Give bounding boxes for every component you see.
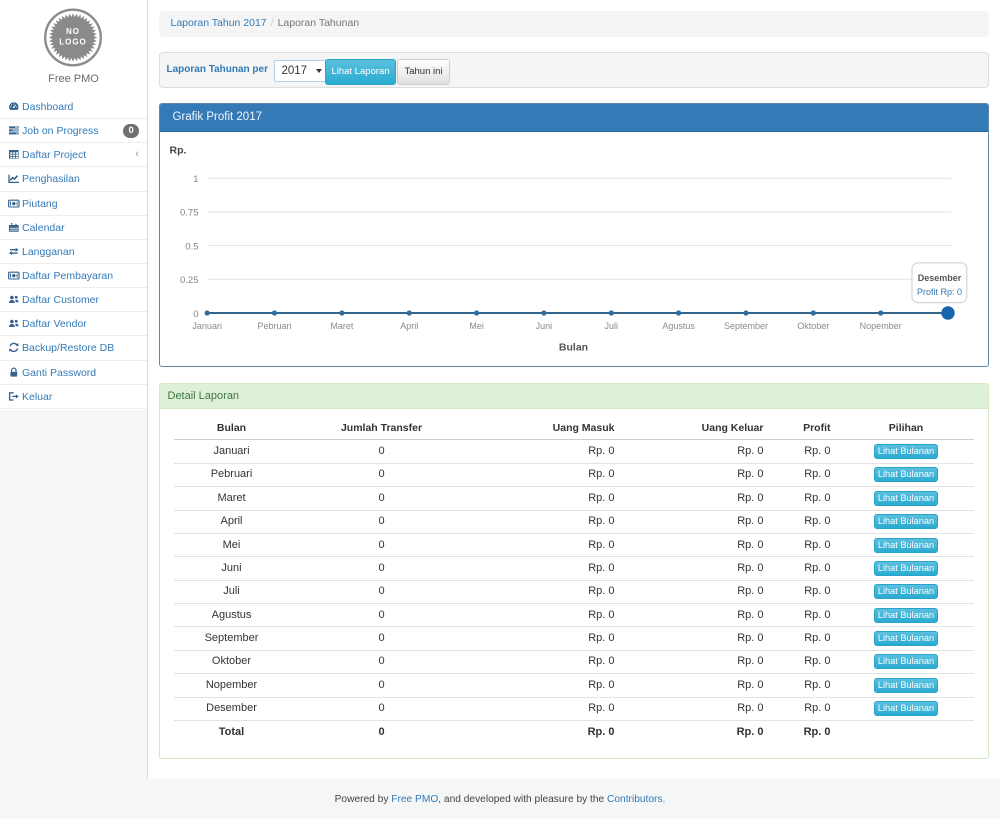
svg-text:Agustus: Agustus: [662, 321, 695, 331]
svg-text:September: September: [723, 321, 767, 331]
svg-text:Pebruari: Pebruari: [257, 321, 291, 331]
svg-text:April: April: [400, 321, 418, 331]
svg-text:Nopember: Nopember: [859, 321, 901, 331]
svg-text:Juni: Juni: [535, 321, 552, 331]
svg-text:NO: NO: [66, 27, 80, 36]
svg-text:Profit Rp: 0: Profit Rp: 0: [916, 287, 961, 297]
svg-text:0.75: 0.75: [180, 208, 199, 219]
svg-text:Rp.: Rp.: [169, 145, 186, 157]
svg-text:0.5: 0.5: [185, 241, 198, 252]
svg-text:Maret: Maret: [330, 321, 354, 331]
svg-text:Bulan: Bulan: [558, 342, 587, 354]
svg-text:Mei: Mei: [469, 321, 484, 331]
svg-text:Januari: Januari: [192, 321, 222, 331]
svg-text:LOGO: LOGO: [59, 38, 87, 47]
svg-text:0: 0: [193, 309, 198, 320]
svg-text:0.25: 0.25: [180, 275, 199, 286]
svg-text:Desember: Desember: [917, 273, 961, 283]
svg-text:Juli: Juli: [604, 321, 618, 331]
svg-text:Oktober: Oktober: [797, 321, 829, 331]
svg-text:1: 1: [193, 174, 198, 185]
